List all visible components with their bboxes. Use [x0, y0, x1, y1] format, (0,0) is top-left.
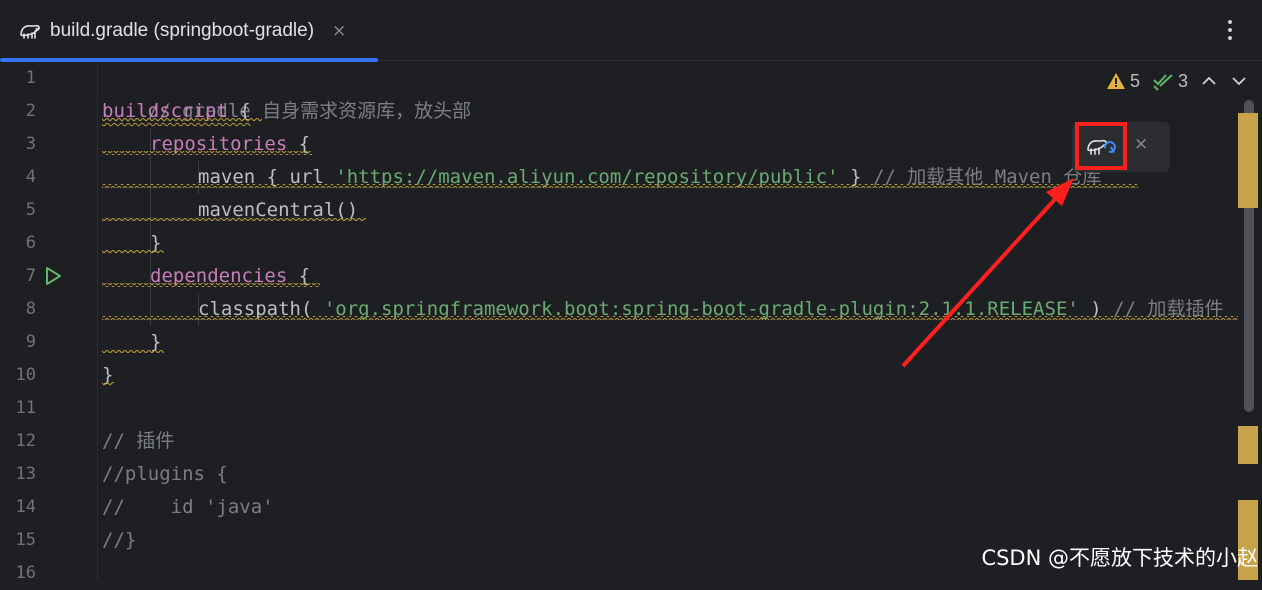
gradle-elephant-icon — [20, 24, 40, 39]
load-gradle-changes-button[interactable] — [1075, 122, 1127, 170]
line-number: 9 — [25, 332, 36, 352]
line-number-gutter: 1 2 3 4 5 6 7 8 9 10 11 12 13 14 15 16 — [0, 62, 98, 583]
gradle-reload-icon — [1087, 139, 1116, 155]
line-number: 3 — [25, 134, 36, 154]
tab-title: build.gradle (springboot-gradle) — [50, 19, 315, 41]
chevron-down-icon[interactable] — [1230, 72, 1248, 90]
comment: //plugins { — [102, 463, 228, 485]
watermark: CSDN @不愿放下技术的小赵 — [981, 546, 1258, 570]
warning-marker-stripe[interactable] — [1238, 113, 1258, 208]
line-number: 11 — [15, 398, 36, 418]
warnings-count: 5 — [1130, 70, 1141, 91]
line-number: 7 — [25, 266, 36, 286]
line-number: 6 — [25, 233, 36, 253]
line-number: 13 — [15, 464, 36, 484]
weak-warnings-count: 3 — [1178, 70, 1189, 91]
code-line-12: // 插件 — [102, 425, 174, 458]
line-number: 1 — [25, 68, 36, 88]
line-number: 14 — [15, 497, 36, 517]
comment: // id 'java' — [102, 496, 274, 518]
weak-warnings-counter[interactable]: 3 — [1152, 71, 1188, 92]
chevron-up-icon[interactable] — [1200, 72, 1218, 90]
line-number: 16 — [15, 563, 36, 583]
tab-close-icon[interactable]: × — [332, 21, 346, 41]
warning-marker-stripe[interactable] — [1238, 426, 1258, 464]
more-options-icon[interactable] — [1220, 16, 1240, 44]
line-number: 2 — [25, 101, 36, 121]
code-line-13: //plugins { — [102, 458, 228, 491]
line-number: 10 — [15, 365, 36, 385]
code-line-14: // id 'java' — [102, 491, 274, 524]
line-number: 8 — [25, 299, 36, 319]
gradle-sync-popup: × — [1072, 122, 1170, 172]
line-number: 15 — [15, 530, 36, 550]
line-number: 12 — [15, 431, 36, 451]
warning-squiggles — [102, 118, 1238, 386]
tab-build-gradle[interactable]: build.gradle (springboot-gradle) × — [0, 0, 378, 62]
run-icon[interactable] — [42, 265, 64, 287]
inspections-widget: 5 3 — [1106, 66, 1248, 96]
double-check-icon — [1153, 74, 1173, 91]
close-icon[interactable]: × — [1134, 134, 1148, 154]
warnings-counter[interactable]: 5 — [1106, 71, 1140, 92]
editor-tab-bar: build.gradle (springboot-gradle) × — [0, 0, 1262, 62]
code-editor[interactable]: // gradle 自身需求资源库，放头部 buildscript { repo… — [98, 62, 1238, 580]
comment: //} — [102, 529, 137, 551]
line-number: 5 — [25, 200, 36, 220]
warning-icon — [1107, 73, 1125, 89]
line-number: 4 — [25, 167, 36, 187]
code-line-15: //} — [102, 524, 136, 557]
comment: // 插件 — [102, 430, 175, 452]
